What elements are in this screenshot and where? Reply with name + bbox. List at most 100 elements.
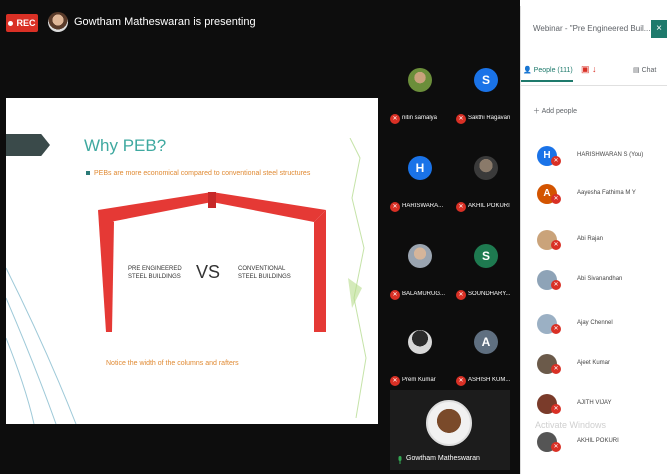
active-tab-underline <box>521 80 573 82</box>
people-sidebar: Webinar - "Pre Engineered Buil... × 👤 Pe… <box>520 6 667 474</box>
left-label-1: PRE ENGINEERED <box>128 266 182 272</box>
mic-icon <box>398 456 402 464</box>
person-name: Abi Rajan <box>577 236 604 242</box>
people-icon: 👤 <box>523 67 532 74</box>
person-name: Ajeet Kumar <box>577 360 611 366</box>
person-name: Ajay Chennel <box>577 320 613 326</box>
mic-muted-icon: ✕ <box>551 280 561 290</box>
participant-name: nitin samalya <box>402 115 438 121</box>
tab-people[interactable]: 👤 People (111) <box>521 66 573 82</box>
person-name: Abi Sivanandhan <box>577 276 623 282</box>
mic-muted-icon: ✕ <box>456 376 466 386</box>
participant-tile[interactable]: ✕ nitin samalya <box>386 56 454 134</box>
participant-avatar: A <box>474 330 498 354</box>
slide-decoration-lines <box>6 267 77 424</box>
person-name: AJITH VIJAY <box>577 400 612 406</box>
mic-muted-icon: ✕ <box>551 442 561 452</box>
participant-avatar <box>408 68 432 92</box>
participant-name: BALAMURUG... <box>402 291 446 297</box>
mic-muted-icon: ✕ <box>551 240 561 250</box>
participant-tile[interactable]: S ✕ SOUNDHARY... <box>452 232 520 310</box>
participant-name: Sakthi Ragavan <box>468 115 511 121</box>
chat-icon: ▤ <box>633 67 640 74</box>
participant-avatar: S <box>474 68 498 92</box>
tab-people-label: People (111) <box>533 67 573 74</box>
people-list-item[interactable]: ✕ Ajay Chennel <box>535 312 667 340</box>
slide-right-decoration <box>348 138 367 418</box>
mic-muted-icon: ✕ <box>456 202 466 212</box>
mic-muted-icon: ✕ <box>456 290 466 300</box>
top-bar: REC Gowtham Matheswaran is presenting <box>0 6 380 44</box>
self-view-tile[interactable]: Gowtham Matheswaran <box>390 390 510 470</box>
people-list-item[interactable]: ✕ Abi Sivanandhan <box>535 268 667 296</box>
mic-muted-icon: ✕ <box>390 376 400 386</box>
participant-name: HARISWARA... <box>402 203 444 209</box>
mic-muted-icon: ✕ <box>456 114 466 124</box>
slide-caption: Notice the width of the columns and raft… <box>106 360 239 367</box>
add-people-button[interactable]: ＋ Add people <box>533 106 577 116</box>
tab-activity[interactable]: ▣ ↓ <box>581 64 597 75</box>
participant-tile[interactable]: S ✕ Sakthi Ragavan <box>452 56 520 134</box>
participant-name: Prem Kumar <box>402 377 436 383</box>
participant-name: ASHISH KUM... <box>468 377 511 383</box>
people-list-item[interactable]: ✕ AKHIL POKURI <box>535 430 667 458</box>
recording-label: REC <box>16 18 36 28</box>
mic-muted-icon: ✕ <box>551 156 561 166</box>
mic-muted-icon: ✕ <box>551 404 561 414</box>
tab-chat[interactable]: ▤ Chat <box>633 66 656 74</box>
record-dot-icon <box>8 21 14 27</box>
mic-muted-icon: ✕ <box>390 290 400 300</box>
people-list-item[interactable]: ✕ Abi Rajan <box>535 228 667 256</box>
participant-avatar: S <box>474 244 498 268</box>
right-label-2: STEEL BUILDINGS <box>238 274 291 280</box>
participant-tile[interactable]: ✕ BALAMURUG... <box>386 232 454 310</box>
people-list-item[interactable]: H ✕ HARISHWARAN S (You) <box>535 144 667 172</box>
participant-avatar <box>408 244 432 268</box>
mic-muted-icon: ✕ <box>551 194 561 204</box>
self-name: Gowtham Matheswaran <box>406 455 480 462</box>
peb-vs-conventional-diagram: PRE ENGINEERED STEEL BUILDINGS VS CONVEN… <box>88 192 334 352</box>
slide-bullet-text: PEBs are more economical compared to con… <box>94 170 311 177</box>
left-label-2: STEEL BUILDINGS <box>128 274 181 280</box>
bullet-icon <box>86 171 90 176</box>
right-label-1: CONVENTIONAL <box>238 266 286 272</box>
add-people-label: Add people <box>541 108 577 115</box>
meeting-stage: REC Gowtham Matheswaran is presenting Wh… <box>0 0 520 474</box>
participant-tile[interactable]: ✕ Prem Kumar <box>386 318 454 396</box>
slide-title: Why PEB? <box>84 136 167 155</box>
participant-name: AKHIL POKURI <box>468 203 510 209</box>
person-name: Aayesha Fathima M Y <box>577 190 636 196</box>
sidebar-tabs: 👤 People (111) ▣ ↓ ▤ Chat <box>521 60 667 86</box>
mic-muted-icon: ✕ <box>390 202 400 212</box>
slide-bullet: PEBs are more economical compared to con… <box>86 170 310 177</box>
participant-name: SOUNDHARY... <box>468 291 511 297</box>
participant-tile[interactable]: H ✕ HARISWARA... <box>386 144 454 222</box>
self-avatar <box>426 400 472 446</box>
mic-muted-icon: ✕ <box>390 114 400 124</box>
participant-tile[interactable]: ✕ AKHIL POKURI <box>452 144 520 222</box>
activate-windows-watermark: Activate Windows <box>535 420 607 430</box>
presenting-banner: Gowtham Matheswaran is presenting <box>74 16 256 28</box>
sidebar-toggle-button[interactable]: × <box>651 20 667 38</box>
person-name: AKHIL POKURI <box>577 438 619 444</box>
people-list-item[interactable]: ✕ Ajeet Kumar <box>535 352 667 380</box>
mic-muted-icon: ✕ <box>551 324 561 334</box>
vs-label: VS <box>196 262 220 282</box>
participant-avatar <box>474 156 498 180</box>
slide-chevron-icon <box>6 134 50 156</box>
people-list-item[interactable]: ✕ AJITH VIJAY <box>535 392 667 420</box>
participant-tile[interactable]: A ✕ ASHISH KUM... <box>452 318 520 396</box>
meeting-title: Webinar - "Pre Engineered Buil... <box>533 24 651 33</box>
participant-avatar: H <box>408 156 432 180</box>
participant-avatar <box>408 330 432 354</box>
add-person-icon: ＋ <box>533 108 540 115</box>
arrow-down-icon: ↓ <box>592 64 597 74</box>
recording-badge: REC <box>6 14 38 32</box>
clipboard-icon: ▣ <box>581 64 590 74</box>
shared-slide: Why PEB? PEBs are more economical compar… <box>6 98 378 424</box>
person-name: HARISHWARAN S (You) <box>577 152 644 158</box>
mic-muted-icon: ✕ <box>551 364 561 374</box>
people-list-item[interactable]: A ✕ Aayesha Fathima M Y <box>535 182 667 210</box>
presenter-avatar <box>48 12 68 32</box>
tab-chat-label: Chat <box>641 67 657 74</box>
